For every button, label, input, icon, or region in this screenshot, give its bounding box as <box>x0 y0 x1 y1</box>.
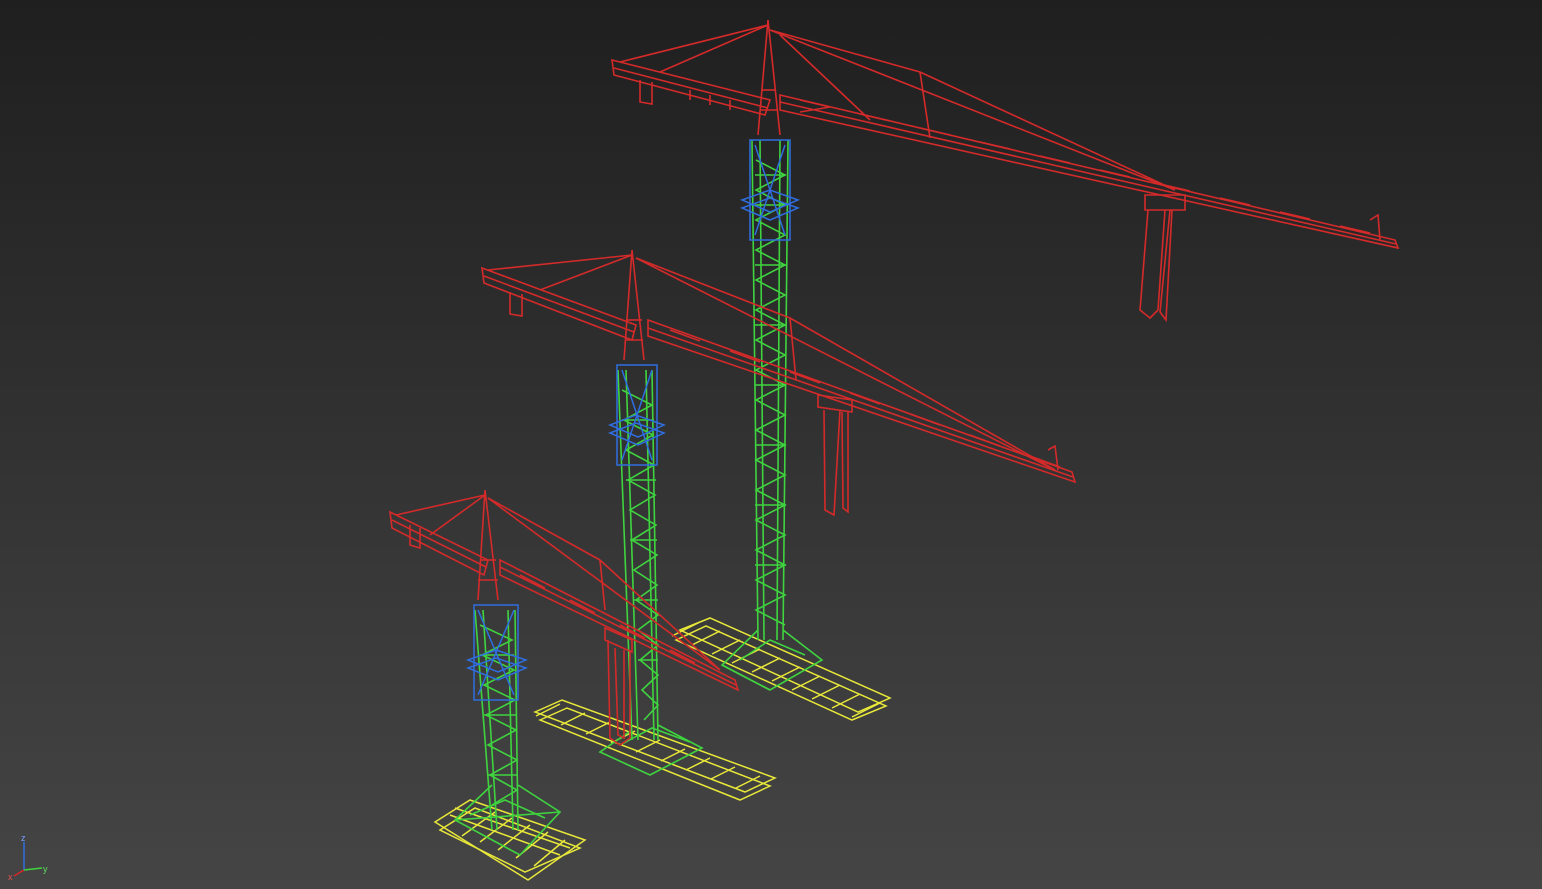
crane-large-jib <box>611 19 1400 323</box>
crane-large-climbing-frame <box>739 139 801 241</box>
y-axis-line <box>23 867 43 871</box>
x-axis-label: x <box>8 872 13 882</box>
crane-small-jib <box>389 489 740 746</box>
y-axis-label: y <box>43 864 48 874</box>
wireframe-scene <box>389 19 1400 881</box>
crane-small-base <box>433 799 587 881</box>
3d-viewport[interactable]: z x y <box>0 0 1542 889</box>
axis-gizmo[interactable]: z x y <box>6 832 56 882</box>
crane-small-climbing-frame <box>465 604 529 701</box>
x-axis-line <box>13 869 25 877</box>
crane-medium-base <box>533 699 777 801</box>
crane-small-mast <box>453 609 562 856</box>
crane-large[interactable] <box>611 19 1400 721</box>
crane-small[interactable] <box>389 489 740 881</box>
crane-large-mast <box>720 139 824 691</box>
z-axis-label: z <box>21 833 26 843</box>
